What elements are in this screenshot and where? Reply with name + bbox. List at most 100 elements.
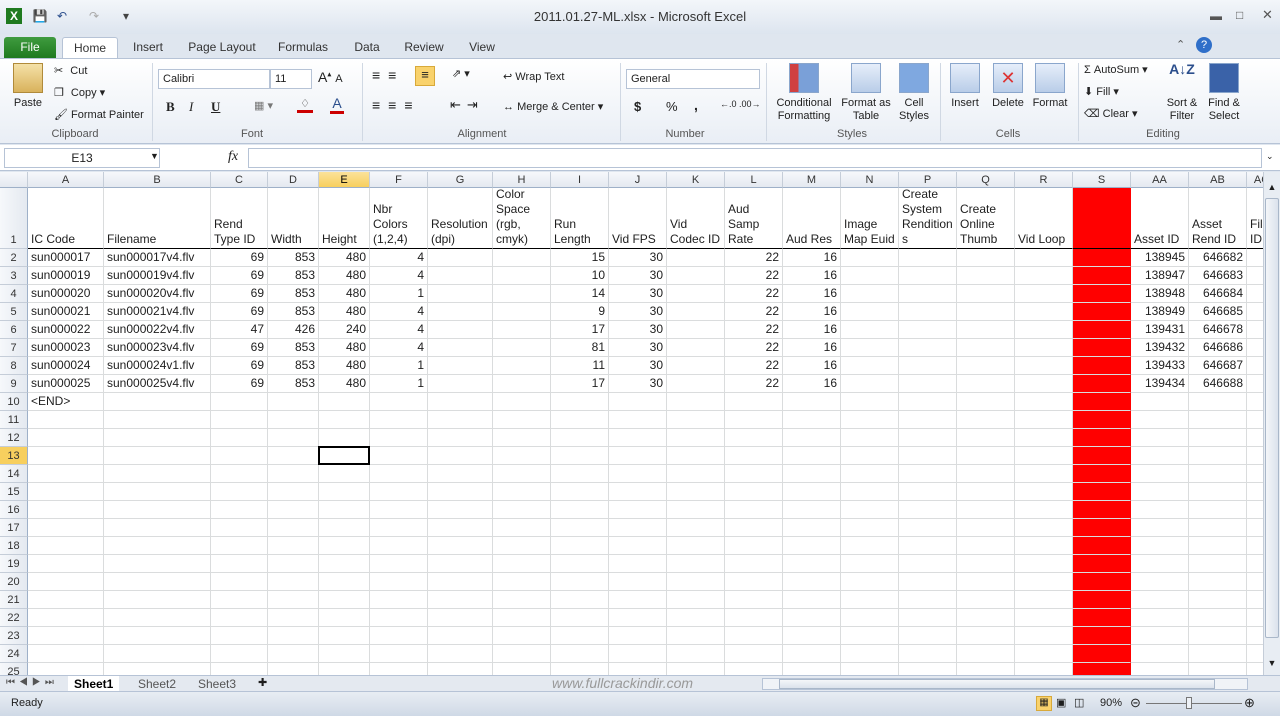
currency-button[interactable]: $ bbox=[634, 99, 641, 114]
cell-AC17[interactable] bbox=[1247, 519, 1263, 537]
cell-C7[interactable]: 69 bbox=[211, 339, 268, 357]
cell-Q13[interactable] bbox=[957, 447, 1015, 465]
cell-Q7[interactable] bbox=[957, 339, 1015, 357]
cell-P6[interactable] bbox=[899, 321, 957, 339]
percent-button[interactable]: % bbox=[666, 99, 678, 114]
cell-H18[interactable] bbox=[493, 537, 551, 555]
name-box-dropdown-icon[interactable]: ▼ bbox=[150, 151, 159, 161]
cell-styles-button[interactable]: Cell Styles bbox=[894, 63, 934, 123]
cell-N25[interactable] bbox=[841, 663, 899, 675]
cell-A4[interactable]: sun000020 bbox=[28, 285, 104, 303]
cell-G7[interactable] bbox=[428, 339, 493, 357]
column-header-D[interactable]: D bbox=[268, 172, 319, 188]
header-cell[interactable]: Vid Loop bbox=[1015, 188, 1073, 249]
normal-view-icon[interactable]: ▦ bbox=[1036, 696, 1052, 711]
cell-J18[interactable] bbox=[609, 537, 667, 555]
cell-E9[interactable]: 480 bbox=[319, 375, 370, 393]
vertical-align-icons[interactable]: ≡≡ bbox=[372, 67, 404, 83]
cell-J8[interactable]: 30 bbox=[609, 357, 667, 375]
cell-C2[interactable]: 69 bbox=[211, 249, 268, 267]
cell-I25[interactable] bbox=[551, 663, 609, 675]
cell-I9[interactable]: 17 bbox=[551, 375, 609, 393]
cell-Q9[interactable] bbox=[957, 375, 1015, 393]
cell-AC20[interactable] bbox=[1247, 573, 1263, 591]
cell-C13[interactable] bbox=[211, 447, 268, 465]
cell-M2[interactable]: 16 bbox=[783, 249, 841, 267]
cell-AA25[interactable] bbox=[1131, 663, 1189, 675]
cell-J14[interactable] bbox=[609, 465, 667, 483]
cell-E7[interactable]: 480 bbox=[319, 339, 370, 357]
cell-M22[interactable] bbox=[783, 609, 841, 627]
fill-color-icon[interactable]: ♢ bbox=[297, 97, 313, 113]
cell-Q24[interactable] bbox=[957, 645, 1015, 663]
cell-I6[interactable]: 17 bbox=[551, 321, 609, 339]
column-header-I[interactable]: I bbox=[551, 172, 609, 188]
cell-J4[interactable]: 30 bbox=[609, 285, 667, 303]
cell-K25[interactable] bbox=[667, 663, 725, 675]
header-cell[interactable]: File ID bbox=[1247, 188, 1263, 249]
cell-P2[interactable] bbox=[899, 249, 957, 267]
cell-J3[interactable]: 30 bbox=[609, 267, 667, 285]
cell-AC4[interactable] bbox=[1247, 285, 1263, 303]
cell-F15[interactable] bbox=[370, 483, 428, 501]
cell-C12[interactable] bbox=[211, 429, 268, 447]
cell-S6[interactable] bbox=[1073, 321, 1131, 339]
cell-H15[interactable] bbox=[493, 483, 551, 501]
cell-A13[interactable] bbox=[28, 447, 104, 465]
cell-S8[interactable] bbox=[1073, 357, 1131, 375]
cell-N13[interactable] bbox=[841, 447, 899, 465]
cell-AB9[interactable]: 646688 bbox=[1189, 375, 1247, 393]
cell-I24[interactable] bbox=[551, 645, 609, 663]
cell-K6[interactable] bbox=[667, 321, 725, 339]
cell-N12[interactable] bbox=[841, 429, 899, 447]
cell-J25[interactable] bbox=[609, 663, 667, 675]
cell-A23[interactable] bbox=[28, 627, 104, 645]
cell-C11[interactable] bbox=[211, 411, 268, 429]
cell-S19[interactable] bbox=[1073, 555, 1131, 573]
cell-D19[interactable] bbox=[268, 555, 319, 573]
cell-P18[interactable] bbox=[899, 537, 957, 555]
cell-J15[interactable] bbox=[609, 483, 667, 501]
cell-F14[interactable] bbox=[370, 465, 428, 483]
cell-G6[interactable] bbox=[428, 321, 493, 339]
cell-J16[interactable] bbox=[609, 501, 667, 519]
cell-M10[interactable] bbox=[783, 393, 841, 411]
cell-F2[interactable]: 4 bbox=[370, 249, 428, 267]
cell-G17[interactable] bbox=[428, 519, 493, 537]
tab-insert[interactable]: Insert bbox=[122, 37, 174, 58]
header-cell[interactable]: Create System Rendition s bbox=[899, 188, 957, 249]
cell-C5[interactable]: 69 bbox=[211, 303, 268, 321]
cell-L8[interactable]: 22 bbox=[725, 357, 783, 375]
maximize-icon[interactable]: □ bbox=[1236, 8, 1243, 22]
column-header-B[interactable]: B bbox=[104, 172, 211, 188]
cell-F7[interactable]: 4 bbox=[370, 339, 428, 357]
cell-I10[interactable] bbox=[551, 393, 609, 411]
cell-A22[interactable] bbox=[28, 609, 104, 627]
cell-K11[interactable] bbox=[667, 411, 725, 429]
cell-S21[interactable] bbox=[1073, 591, 1131, 609]
cell-H5[interactable] bbox=[493, 303, 551, 321]
row-header-24[interactable]: 24 bbox=[0, 645, 28, 663]
cell-I3[interactable]: 10 bbox=[551, 267, 609, 285]
sheet-tab-sheet2[interactable]: Sheet2 bbox=[132, 676, 182, 692]
header-cell[interactable]: Run Length bbox=[551, 188, 609, 249]
format-painter-button[interactable]: 🖌 Format Painter bbox=[54, 108, 144, 121]
row-header-1[interactable]: 1 bbox=[0, 188, 28, 249]
cell-B7[interactable]: sun000023v4.flv bbox=[104, 339, 211, 357]
cell-Q17[interactable] bbox=[957, 519, 1015, 537]
cell-S3[interactable] bbox=[1073, 267, 1131, 285]
cell-B17[interactable] bbox=[104, 519, 211, 537]
cell-I8[interactable]: 11 bbox=[551, 357, 609, 375]
cell-L10[interactable] bbox=[725, 393, 783, 411]
cell-L9[interactable]: 22 bbox=[725, 375, 783, 393]
header-cell[interactable]: Create Online Thumb bbox=[957, 188, 1015, 249]
cell-A17[interactable] bbox=[28, 519, 104, 537]
cell-K14[interactable] bbox=[667, 465, 725, 483]
cell-AA17[interactable] bbox=[1131, 519, 1189, 537]
cell-S9[interactable] bbox=[1073, 375, 1131, 393]
cell-J17[interactable] bbox=[609, 519, 667, 537]
cell-P5[interactable] bbox=[899, 303, 957, 321]
cell-AB7[interactable]: 646686 bbox=[1189, 339, 1247, 357]
comma-button[interactable]: , bbox=[694, 97, 698, 113]
cell-AC22[interactable] bbox=[1247, 609, 1263, 627]
